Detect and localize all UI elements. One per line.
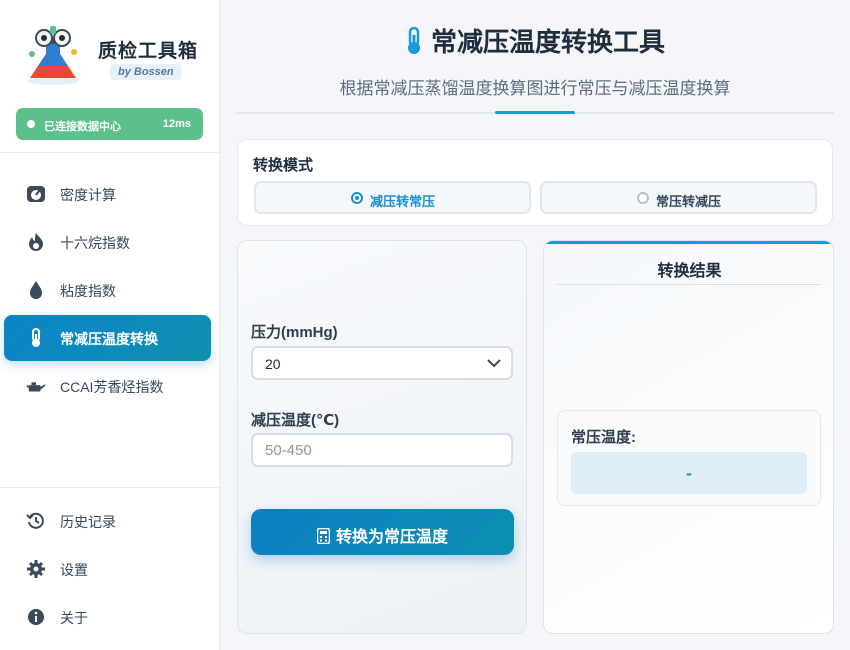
gauge-icon	[27, 186, 45, 202]
nav-item-ccai[interactable]: CCAI芳香烃指数	[4, 363, 211, 409]
sidebar: 质检工具箱 by Bossen 已连接数据中心 12ms 密度计算 十六烷指数 …	[0, 0, 220, 650]
fire-icon	[29, 233, 43, 251]
thermometer-icon	[407, 27, 420, 54]
main-content: 常减压温度转换工具 根据常减压蒸馏温度换算图进行常压与减压温度换算 转换模式 减…	[220, 0, 850, 650]
result-title: 转换结果	[657, 263, 722, 280]
brand-subtitle: by Bossen	[110, 64, 182, 80]
conversion-mode-card: 转换模式 减压转常压 常压转减压	[237, 139, 833, 226]
nav-item-cetane[interactable]: 十六烷指数	[4, 219, 211, 265]
nav-item-history[interactable]: 历史记录	[4, 498, 211, 544]
vacuum-temperature-input[interactable]	[251, 433, 513, 467]
calculator-icon	[316, 528, 330, 544]
nav-item-density[interactable]: 密度计算	[4, 171, 211, 217]
nav-item-label: 关于	[60, 610, 88, 626]
pressure-select-value: 20	[265, 356, 281, 372]
nav-item-label: CCAI芳香烃指数	[60, 379, 164, 395]
nav-item-label: 十六烷指数	[60, 235, 130, 251]
lab-flask-logo	[27, 26, 79, 85]
page-subtitle: 根据常减压蒸馏温度换算图进行常压与减压温度换算	[339, 79, 731, 98]
nav-item-temperature-conversion[interactable]: 常减压温度转换	[4, 315, 211, 361]
divider	[557, 284, 821, 285]
pressure-select[interactable]: 20	[251, 346, 513, 380]
title-accent-bar	[495, 111, 575, 114]
status-dot-icon	[27, 120, 35, 128]
thermometer-icon	[32, 328, 40, 347]
page-title: 常减压温度转换工具	[220, 22, 850, 59]
oil-can-icon	[26, 382, 46, 392]
mode-option-label: 常压转减压	[656, 194, 722, 209]
result-label: 常压温度:	[571, 429, 636, 446]
history-icon	[26, 512, 44, 529]
result-card-accent	[544, 241, 833, 244]
mode-title: 转换模式	[253, 157, 314, 174]
nav-item-label: 粘度指数	[60, 283, 116, 299]
pressure-label: 压力(mmHg)	[251, 324, 338, 341]
nav-item-viscosity[interactable]: 粘度指数	[4, 267, 211, 313]
gear-icon	[27, 560, 45, 578]
info-icon	[28, 609, 44, 625]
radio-selected-icon	[351, 192, 363, 204]
nav-item-label: 常减压温度转换	[60, 331, 158, 347]
nav-item-label: 设置	[60, 562, 88, 578]
nav-item-settings[interactable]: 设置	[4, 546, 211, 592]
nav-item-label: 历史记录	[60, 514, 116, 530]
divider	[0, 487, 219, 488]
convert-button-label: 转换为常压温度	[335, 529, 448, 546]
input-card: 压力(mmHg) 20 减压温度(℃) 转换为常压温度	[237, 240, 527, 634]
divider	[0, 152, 219, 153]
brand: 质检工具箱 by Bossen	[20, 20, 210, 90]
nav-item-label: 密度计算	[60, 187, 116, 203]
mode-option-vacuum-to-atmospheric[interactable]: 减压转常压	[254, 181, 531, 214]
result-card: 转换结果 常压温度: -	[543, 240, 834, 634]
nav-item-about[interactable]: 关于	[4, 594, 211, 640]
radio-unselected-icon	[637, 192, 649, 204]
temperature-label: 减压温度(℃)	[251, 412, 340, 429]
convert-button[interactable]: 转换为常压温度	[251, 509, 514, 555]
result-box: 常压温度: -	[557, 410, 821, 506]
latency-text: 12ms	[162, 118, 191, 130]
droplet-icon	[30, 281, 42, 299]
status-text: 已连接数据中心	[44, 121, 121, 133]
chevron-down-icon	[487, 359, 501, 368]
mode-option-label: 减压转常压	[370, 194, 436, 209]
brand-title: 质检工具箱	[98, 41, 199, 62]
mode-option-atmospheric-to-vacuum[interactable]: 常压转减压	[540, 181, 817, 214]
result-value: -	[571, 452, 807, 494]
page-title-text: 常减压温度转换工具	[430, 27, 665, 57]
connection-status-badge: 已连接数据中心 12ms	[16, 108, 203, 140]
